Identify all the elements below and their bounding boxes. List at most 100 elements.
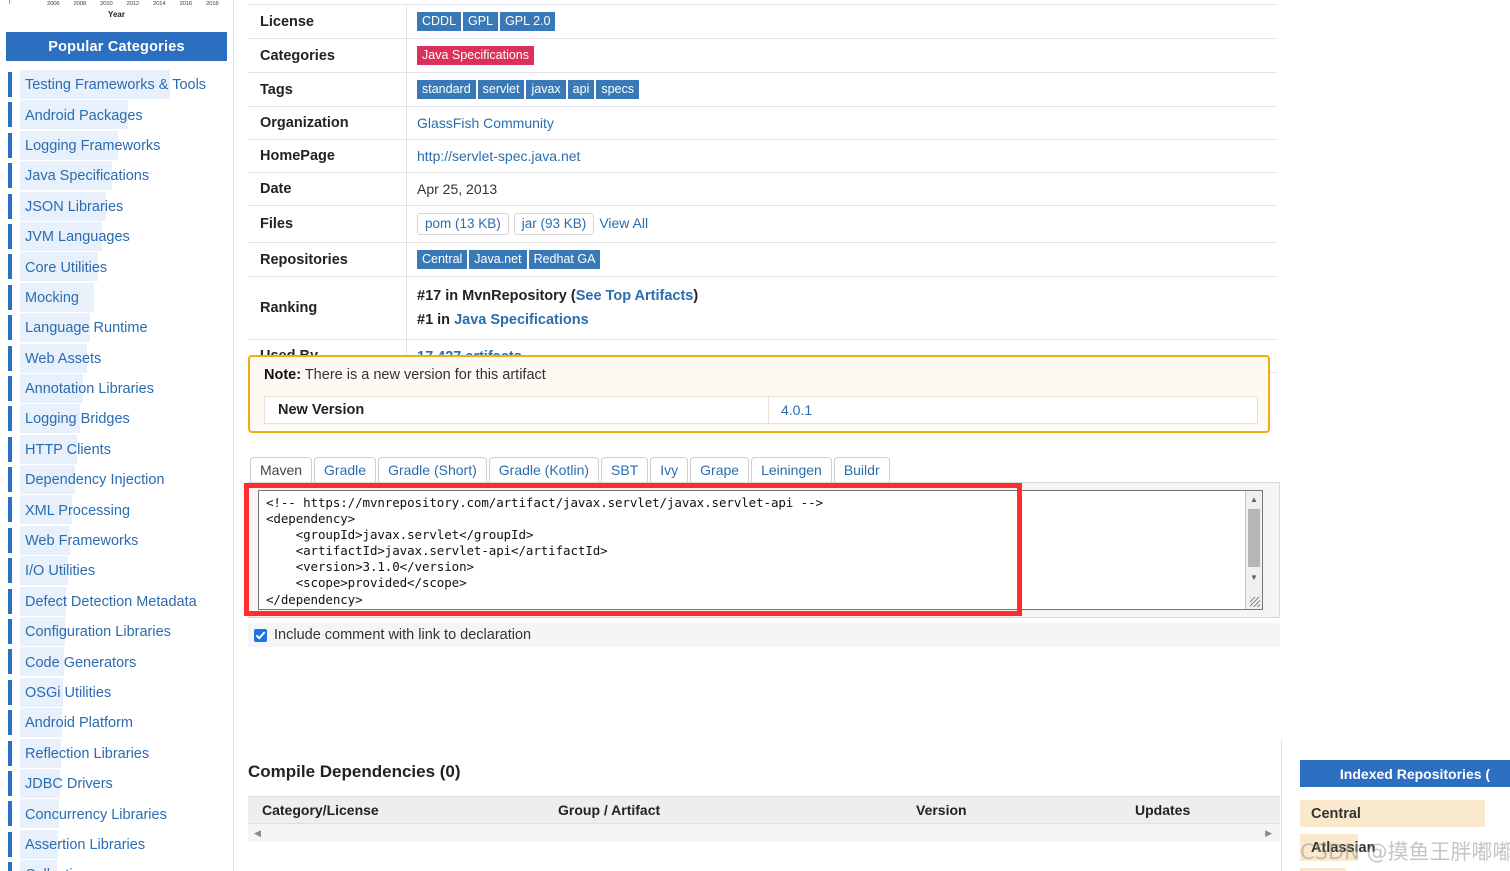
sidebar-item-concurrency-libraries[interactable]: Concurrency Libraries	[0, 799, 233, 829]
textarea-scrollbar[interactable]: ▲ ▼	[1245, 491, 1262, 609]
new-version-value-cell: 4.0.1	[769, 397, 1257, 423]
badge-tag-3[interactable]: api	[567, 80, 595, 99]
sidebar-item-logging-bridges[interactable]: Logging Bridges	[0, 404, 233, 434]
table-row-ranking: Ranking #17 in MvnRepository (See Top Ar…	[248, 276, 1277, 340]
compile-dependencies-table: Category/License Group / Artifact Versio…	[248, 796, 1280, 842]
tab-gradle-short[interactable]: Gradle (Short)	[378, 457, 487, 482]
ranking-prefix-1: #17 in MvnRepository (	[417, 288, 576, 304]
file-jar-button[interactable]: jar (93 KB)	[513, 213, 595, 235]
sidebar-item-configuration-libraries[interactable]: Configuration Libraries	[0, 617, 233, 647]
badge-tag-2[interactable]: javax	[526, 80, 566, 99]
include-comment-checkbox[interactable]	[254, 628, 267, 642]
sidebar-item-android-platform[interactable]: Android Platform	[0, 708, 233, 738]
tab-sbt[interactable]: SBT	[601, 457, 649, 482]
sidebar-item-jvm-languages[interactable]: JVM Languages	[0, 221, 233, 252]
table-row-license: License CDDL GPL GPL 2.0	[248, 4, 1277, 39]
see-top-artifacts-link[interactable]: See Top Artifacts	[576, 288, 694, 304]
tab-ivy[interactable]: Ivy	[650, 457, 689, 482]
sidebar-item-language-runtime[interactable]: Language Runtime	[0, 313, 233, 343]
tab-gradle-kotlin[interactable]: Gradle (Kotlin)	[488, 457, 600, 482]
sidebar-item-annotation-libraries[interactable]: Annotation Libraries	[0, 373, 233, 404]
dependency-snippet-panel: <!-- https://mvnrepository.com/artifact/…	[248, 482, 1280, 618]
row-value-license: CDDL GPL GPL 2.0	[406, 4, 1277, 39]
tab-gradle[interactable]: Gradle	[314, 457, 377, 482]
sidebar-item-i-o-utilities[interactable]: I/O Utilities	[0, 556, 233, 586]
badge-category-0[interactable]: Java Specifications	[417, 46, 535, 65]
ranking-category-link[interactable]: Java Specifications	[454, 312, 589, 328]
sidebar-item-code-generators[interactable]: Code Generators	[0, 647, 233, 677]
ranking-line-2: #1 in Java Specifications	[417, 308, 1277, 332]
tab-buildr[interactable]: Buildr	[833, 457, 890, 482]
sidebar-item-java-specifications[interactable]: Java Specifications	[0, 161, 233, 191]
sidebar-item-label: JDBC Drivers	[25, 776, 113, 793]
indexed-repo-item-central[interactable]: Central	[1300, 800, 1485, 827]
badge-tag-4[interactable]: specs	[596, 80, 640, 99]
view-all-files-link[interactable]: View All	[599, 215, 648, 231]
scroll-up-icon[interactable]: ▲	[1246, 491, 1262, 507]
row-label-homepage: HomePage	[248, 139, 407, 173]
sidebar-item-android-packages[interactable]: Android Packages	[0, 100, 233, 130]
chart-x-tick-2014: 2014	[153, 1, 166, 7]
sidebar-item-label: JVM Languages	[25, 229, 130, 246]
tab-grape[interactable]: Grape	[690, 457, 750, 482]
sidebar-item-mocking[interactable]: Mocking	[0, 282, 233, 313]
sidebar-item-collections[interactable]: Collections	[0, 860, 233, 871]
sidebar-item-reflection-libraries[interactable]: Reflection Libraries	[0, 738, 233, 769]
badge-tag-1[interactable]: servlet	[477, 80, 525, 99]
sidebar-item-json-libraries[interactable]: JSON Libraries	[0, 191, 233, 222]
sidebar-item-xml-processing[interactable]: XML Processing	[0, 495, 233, 525]
sidebar-item-testing-frameworks-tools[interactable]: Testing Frameworks & Tools	[0, 70, 233, 100]
sidebar-item-assertion-libraries[interactable]: Assertion Libraries	[0, 829, 233, 860]
include-comment-row[interactable]: Include comment with link to declaration	[248, 623, 1280, 647]
organization-link[interactable]: GlassFish Community	[417, 115, 554, 131]
badge-license-1[interactable]: GPL	[463, 12, 499, 31]
row-value-repositories: Central Java.net Redhat GA	[406, 242, 1277, 277]
tab-maven[interactable]: Maven	[250, 457, 313, 482]
chart-x-tick-2008: 2008	[73, 1, 87, 7]
tab-leiningen[interactable]: Leiningen	[751, 457, 832, 482]
sidebar-item-core-utilities[interactable]: Core Utilities	[0, 252, 233, 282]
badge-license-2[interactable]: GPL 2.0	[500, 12, 556, 31]
table-horizontal-scrollbar[interactable]: ◀ ▶	[248, 823, 1280, 842]
new-version-label: New Version	[265, 397, 769, 423]
sidebar-item-label: Java Specifications	[25, 168, 150, 185]
badge-repo-1[interactable]: Java.net	[469, 250, 527, 269]
include-comment-label: Include comment with link to declaration	[274, 627, 532, 643]
artifact-info-table: License CDDL GPL GPL 2.0 Categories Java S…	[248, 4, 1277, 373]
row-label-files: Files	[248, 205, 407, 243]
sidebar-item-osgi-utilities[interactable]: OSGi Utilities	[0, 677, 233, 708]
sidebar-item-defect-detection-metadata[interactable]: Defect Detection Metadata	[0, 586, 233, 617]
sidebar-item-web-frameworks[interactable]: Web Frameworks	[0, 525, 233, 556]
chart-x-axis-label: Year	[108, 10, 125, 19]
resize-grip-icon[interactable]	[1246, 593, 1262, 609]
scroll-left-icon[interactable]: ◀	[254, 828, 261, 839]
sidebar-item-http-clients[interactable]: HTTP Clients	[0, 434, 233, 465]
badge-tag-0[interactable]: standard	[417, 80, 476, 99]
dependency-snippet-textarea[interactable]: <!-- https://mvnrepository.com/artifact/…	[258, 490, 1263, 610]
sidebar-item-web-assets[interactable]: Web Assets	[0, 343, 233, 374]
scrollbar-thumb[interactable]	[1248, 509, 1260, 567]
row-label-categories: Categories	[248, 38, 407, 73]
table-row-categories: Categories Java Specifications	[248, 38, 1277, 73]
file-pom-button[interactable]: pom (13 KB)	[417, 213, 509, 235]
sidebar-item-label: Defect Detection Metadata	[25, 593, 197, 610]
badge-repo-2[interactable]: Redhat GA	[528, 250, 601, 269]
indexed-repo-item-atlassian[interactable]: Atlassian	[1300, 834, 1375, 861]
compile-dependencies-title: Compile Dependencies (0)	[248, 762, 461, 781]
badge-repo-0[interactable]: Central	[417, 250, 468, 269]
sidebar-item-dependency-injection[interactable]: Dependency Injection	[0, 465, 233, 495]
build-tool-tabs: Maven Gradle Gradle (Short) Gradle (Kotlin)…	[250, 456, 892, 482]
sidebar-item-jdbc-drivers[interactable]: JDBC Drivers	[0, 768, 233, 799]
row-value-organization: GlassFish Community	[406, 106, 1277, 140]
scroll-right-icon[interactable]: ▶	[1265, 828, 1272, 839]
sidebar-item-logging-frameworks[interactable]: Logging Frameworks	[0, 130, 233, 161]
homepage-link[interactable]: http://servlet-spec.java.net	[417, 148, 580, 164]
row-value-ranking: #17 in MvnRepository (See Top Artifacts)…	[406, 276, 1277, 340]
sidebar-item-label: Testing Frameworks & Tools	[25, 77, 207, 94]
sidebar-item-label: Configuration Libraries	[25, 624, 171, 641]
compile-dependencies-header-row: Category/License Group / Artifact Versio…	[248, 796, 1280, 823]
scroll-down-icon[interactable]: ▼	[1246, 569, 1262, 585]
new-version-link[interactable]: 4.0.1	[781, 402, 812, 418]
badge-license-0[interactable]: CDDL	[417, 12, 462, 31]
sidebar-item-label: Mocking	[25, 289, 79, 306]
